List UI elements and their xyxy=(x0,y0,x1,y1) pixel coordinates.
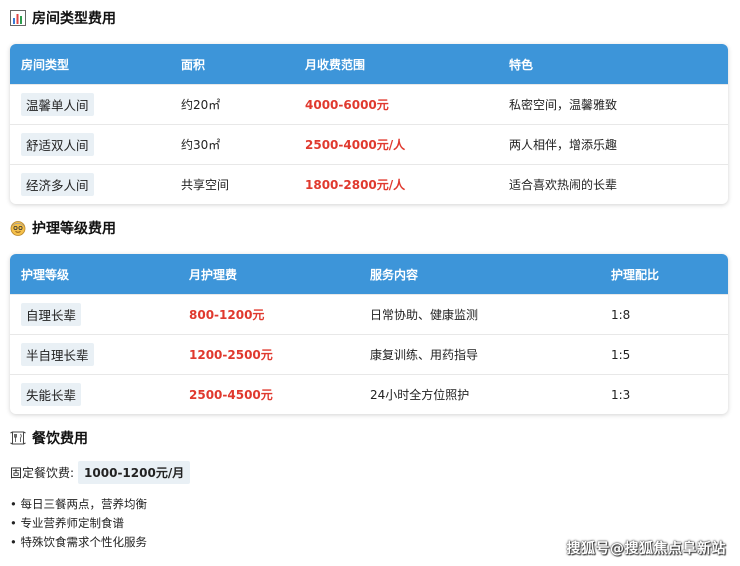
list-item: 特殊饮食需求个性化服务 xyxy=(10,533,147,552)
table-row: 自理长辈 800-1200元 日常协助、健康监测 1:8 xyxy=(10,294,728,334)
header-cell: 月收费范围 xyxy=(305,57,366,72)
feature-cell: 私密空间，温馨雅致 xyxy=(509,98,618,112)
ratio-cell: 1:8 xyxy=(611,307,631,322)
meal-fee-label: 固定餐饮费: xyxy=(10,465,75,480)
header-cell: 特色 xyxy=(509,57,534,72)
header-cell: 月护理费 xyxy=(189,267,238,282)
room-type-tag: 舒适双人间 xyxy=(21,133,94,156)
header-cell: 服务内容 xyxy=(370,267,419,282)
room-fee-table: 房间类型 面积 月收费范围 特色 温馨单人间 约20㎡ 4000-6000元 私… xyxy=(10,44,728,204)
list-item: 每日三餐两点，营养均衡 xyxy=(10,495,147,514)
table-header: 护理等级 月护理费 服务内容 护理配比 xyxy=(10,254,728,294)
service-cell: 24小时全方位照护 xyxy=(370,388,470,402)
meal-section-title: 餐饮费用 xyxy=(10,426,88,450)
ratio-cell: 1:3 xyxy=(611,387,631,402)
header-cell: 房间类型 xyxy=(21,57,70,72)
room-type-tag: 温馨单人间 xyxy=(21,93,94,116)
area-cell: 共享空间 xyxy=(181,178,230,192)
care-section-title: 护理等级费用 xyxy=(10,216,116,240)
price-cell: 1800-2800元/人 xyxy=(305,178,406,192)
price-cell: 4000-6000元 xyxy=(305,98,389,112)
meal-fee-line: 固定餐饮费: 1000-1200元/月 xyxy=(10,460,191,484)
feature-cell: 两人相伴，增添乐趣 xyxy=(509,138,618,152)
dining-icon xyxy=(10,430,26,446)
care-level-tag: 失能长辈 xyxy=(21,383,82,406)
room-type-tag: 经济多人间 xyxy=(21,173,94,196)
header-cell: 护理配比 xyxy=(611,267,660,282)
price-cell: 1200-2500元 xyxy=(189,348,273,362)
care-level-tag: 半自理长辈 xyxy=(21,343,94,366)
price-cell: 2500-4000元/人 xyxy=(305,138,406,152)
area-cell: 约20㎡ xyxy=(181,98,221,112)
table-row: 舒适双人间 约30㎡ 2500-4000元/人 两人相伴，增添乐趣 xyxy=(10,124,728,164)
header-cell: 护理等级 xyxy=(21,267,70,282)
care-fee-table: 护理等级 月护理费 服务内容 护理配比 自理长辈 800-1200元 日常协助、… xyxy=(10,254,728,414)
section-title-text: 餐饮费用 xyxy=(32,431,88,447)
table-row: 半自理长辈 1200-2500元 康复训练、用药指导 1:5 xyxy=(10,334,728,374)
header-cell: 面积 xyxy=(181,57,206,72)
price-cell: 800-1200元 xyxy=(189,308,265,322)
table-row: 失能长辈 2500-4500元 24小时全方位照护 1:3 xyxy=(10,374,728,414)
section-title-text: 房间类型费用 xyxy=(32,11,116,27)
list-item: 专业营养师定制食谱 xyxy=(10,514,147,533)
ratio-cell: 1:5 xyxy=(611,347,631,362)
meal-feature-list: 每日三餐两点，营养均衡 专业营养师定制食谱 特殊饮食需求个性化服务 xyxy=(10,495,147,552)
price-cell: 2500-4500元 xyxy=(189,388,273,402)
room-section-title: 房间类型费用 xyxy=(10,6,116,30)
care-level-tag: 自理长辈 xyxy=(21,303,82,326)
table-row: 温馨单人间 约20㎡ 4000-6000元 私密空间，温馨雅致 xyxy=(10,84,728,124)
feature-cell: 适合喜欢热闹的长辈 xyxy=(509,178,618,192)
meal-fee-value: 1000-1200元/月 xyxy=(78,460,191,484)
table-row: 经济多人间 共享空间 1800-2800元/人 适合喜欢热闹的长辈 xyxy=(10,164,728,204)
section-title-text: 护理等级费用 xyxy=(32,221,116,237)
service-cell: 康复训练、用药指导 xyxy=(370,348,479,362)
bar-chart-icon xyxy=(10,10,26,26)
area-cell: 约30㎡ xyxy=(181,138,221,152)
elderly-face-icon xyxy=(10,220,26,236)
service-cell: 日常协助、健康监测 xyxy=(370,308,479,322)
table-header: 房间类型 面积 月收费范围 特色 xyxy=(10,44,728,84)
watermark: 搜狐号@搜狐焦点阜新站 xyxy=(566,541,726,557)
